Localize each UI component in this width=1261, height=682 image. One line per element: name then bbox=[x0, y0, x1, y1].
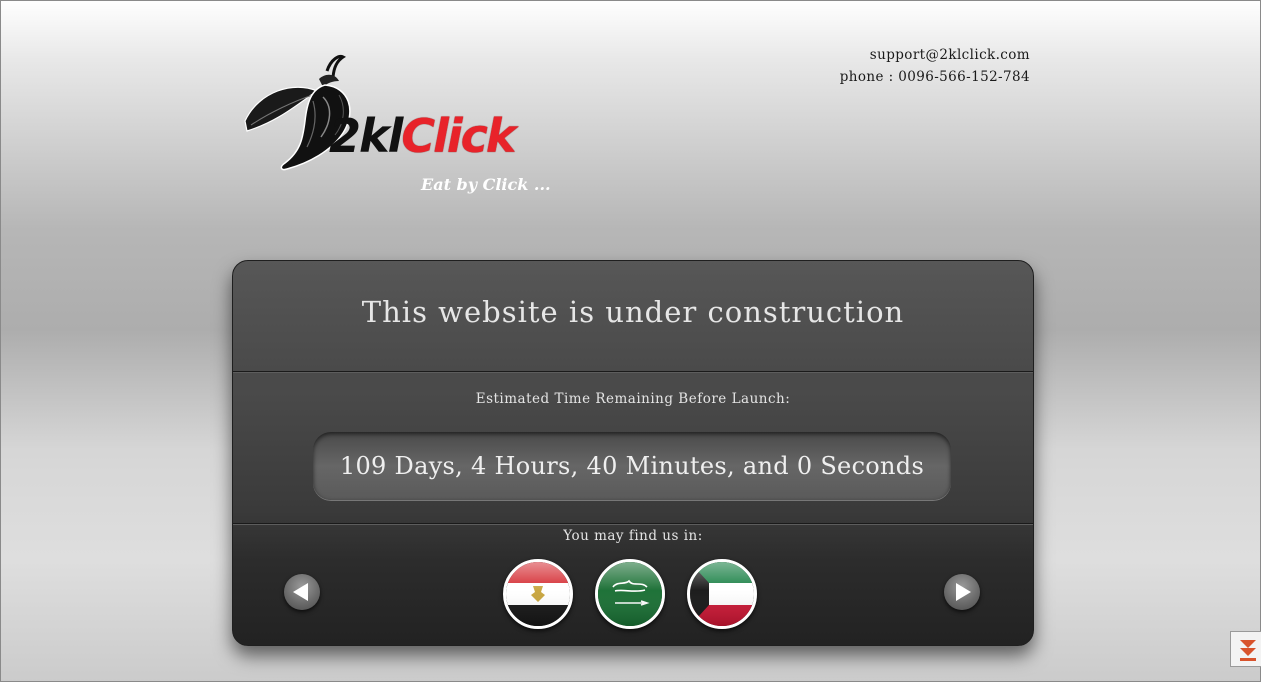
saudi-flag-icon bbox=[598, 562, 662, 626]
kuwait-flag-icon bbox=[690, 562, 754, 626]
logo-tagline: Eat by Click ... bbox=[421, 175, 551, 194]
double-chevron-down-icon bbox=[1240, 640, 1256, 661]
egypt-flag-button[interactable] bbox=[503, 559, 573, 629]
find-us-label: You may find us in: bbox=[563, 528, 703, 544]
scroll-down-button[interactable] bbox=[1230, 631, 1261, 667]
saudi-flag-button[interactable] bbox=[595, 559, 665, 629]
previous-button[interactable] bbox=[284, 574, 320, 610]
estimate-label: Estimated Time Remaining Before Launch: bbox=[475, 391, 791, 407]
construction-panel: This website is under construction Estim… bbox=[232, 260, 1034, 646]
kuwait-flag-button[interactable] bbox=[687, 559, 757, 629]
contact-info: support@2klclick.com phone : 0096-566-15… bbox=[840, 44, 1030, 88]
arrow-left-icon bbox=[293, 583, 308, 601]
page-title: This website is under construction bbox=[361, 295, 905, 329]
phone-number: phone : 0096-566-152-784 bbox=[839, 69, 1030, 85]
next-button[interactable] bbox=[944, 574, 980, 610]
support-email[interactable]: support@2klclick.com bbox=[840, 44, 1030, 66]
logo-wordmark: 2klClick bbox=[329, 113, 517, 159]
divider bbox=[233, 523, 1033, 524]
egypt-flag-icon bbox=[506, 562, 570, 626]
divider bbox=[233, 371, 1033, 372]
site-logo: 2klClick Eat by Click ... bbox=[239, 51, 551, 201]
arrow-right-icon bbox=[956, 583, 971, 601]
logo-word-red: Click bbox=[401, 109, 516, 163]
countdown-timer: 109 Days, 4 Hours, 40 Minutes, and 0 Sec… bbox=[313, 432, 951, 500]
logo-word-black: 2kl bbox=[329, 109, 403, 163]
